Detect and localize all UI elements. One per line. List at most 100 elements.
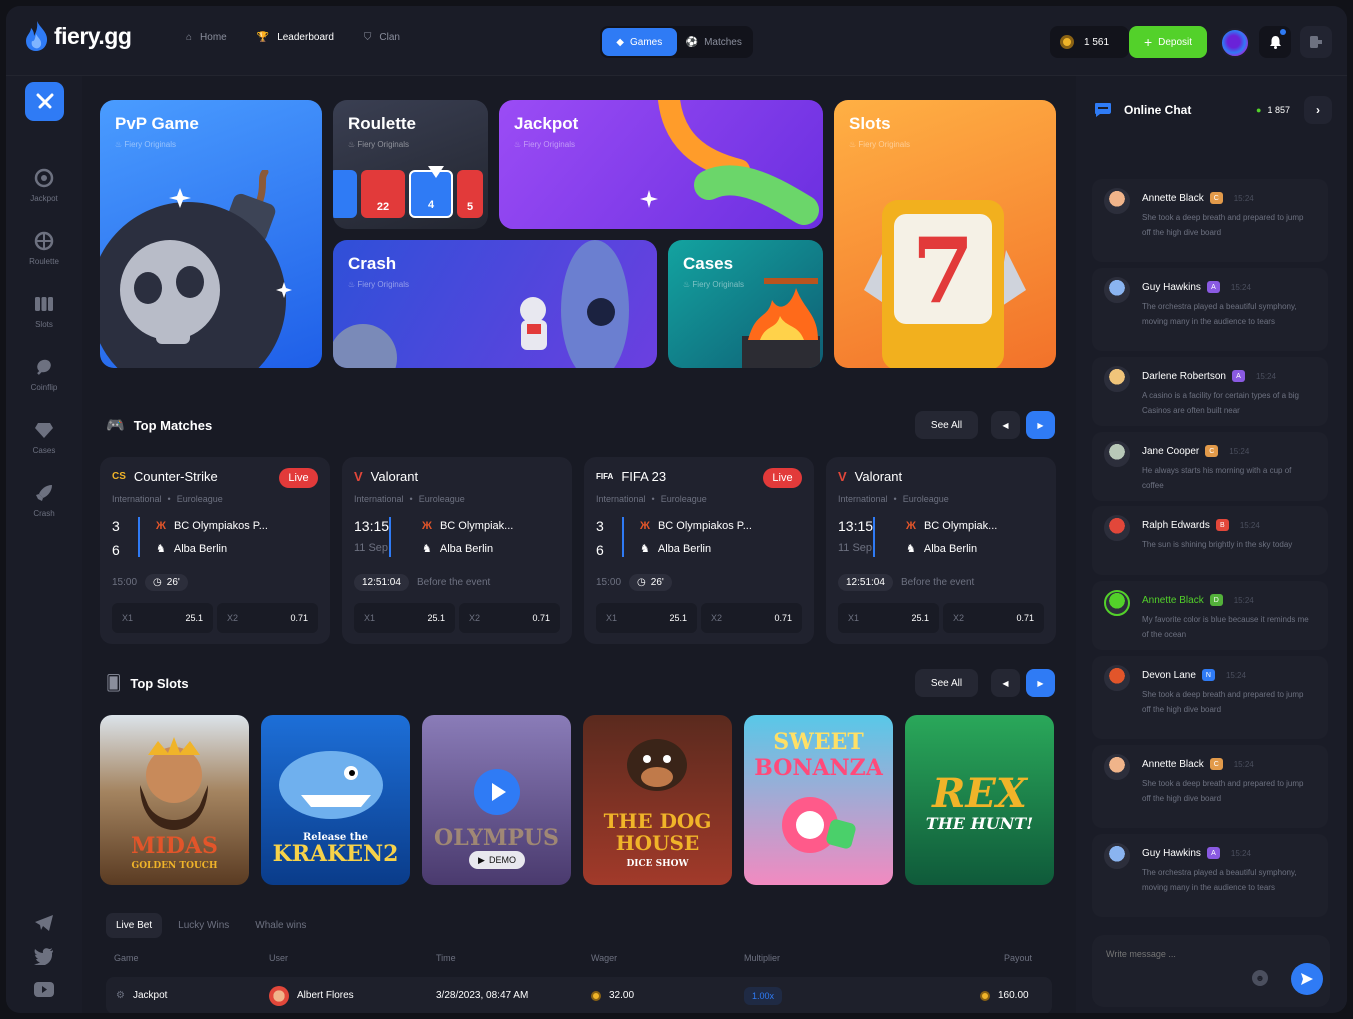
toggle-matches[interactable]: ⚽ Matches bbox=[677, 28, 752, 56]
sidebar-label-roulette: Roulette bbox=[29, 257, 59, 266]
sidebar-label-jackpot: Jackpot bbox=[30, 194, 58, 203]
clock-icon: ◷ bbox=[153, 577, 162, 588]
deposit-button[interactable]: + Deposit bbox=[1129, 26, 1207, 58]
roulette-tile-number: 4 bbox=[427, 199, 435, 211]
avatar[interactable] bbox=[1104, 277, 1130, 303]
avatar[interactable] bbox=[1104, 754, 1130, 780]
demo-button[interactable]: ▶ DEMO bbox=[469, 851, 525, 869]
avatar[interactable] bbox=[1104, 188, 1130, 214]
send-icon bbox=[1301, 973, 1313, 985]
match-hour: 13:15 bbox=[354, 518, 390, 534]
top-slots-prev-button[interactable]: ◀ bbox=[991, 669, 1020, 697]
match-hour: 13:15 bbox=[838, 518, 874, 534]
countdown-label: Before the event bbox=[900, 577, 975, 588]
twitter-link[interactable] bbox=[34, 948, 54, 970]
match-card[interactable]: CS Counter-Strike Live International • Euro… bbox=[100, 457, 330, 644]
game-card-crash[interactable]: Crash ♨ Fiery Originals bbox=[333, 240, 657, 368]
team-home-name: BC Olympiakos P... bbox=[657, 520, 752, 532]
odds-x1-label: X1 bbox=[848, 613, 860, 623]
odds-x2-button[interactable]: X2 0.71 bbox=[943, 603, 1044, 633]
bell-icon bbox=[1269, 36, 1281, 49]
roulette-tiles: 22 4 5 bbox=[333, 170, 483, 218]
slot-subtitle: GOLDEN TOUCH bbox=[131, 861, 218, 871]
sidebar-games-button[interactable] bbox=[25, 82, 64, 121]
top-matches-see-all-button[interactable]: See All bbox=[915, 411, 978, 439]
odds-x2-button[interactable]: X2 0.71 bbox=[701, 603, 802, 633]
youtube-link[interactable] bbox=[34, 982, 54, 1002]
avatar[interactable] bbox=[1104, 665, 1130, 691]
play-icon bbox=[492, 783, 506, 801]
tab-whale-wins[interactable]: Whale wins bbox=[245, 913, 316, 938]
sidebar-item-jackpot[interactable]: Jackpot bbox=[6, 168, 82, 203]
notifications-button[interactable] bbox=[1259, 26, 1291, 58]
user-avatar[interactable] bbox=[1220, 28, 1250, 58]
match-league: International • Euroleague bbox=[838, 494, 949, 504]
chat-author-name: Guy Hawkins bbox=[1142, 281, 1201, 293]
odds-x1-button[interactable]: X1 25.1 bbox=[112, 603, 213, 633]
avatar[interactable] bbox=[1104, 843, 1130, 869]
odds-x1-label: X1 bbox=[364, 613, 376, 623]
table-row[interactable]: ⚙ Jackpot Albert Flores 3/28/2023, 08:47 … bbox=[106, 977, 1052, 1013]
avatar[interactable] bbox=[1104, 441, 1130, 467]
sidebar-item-crash[interactable]: Crash bbox=[6, 483, 82, 518]
nav-leaderboard[interactable]: 🏆 Leaderboard bbox=[257, 32, 334, 43]
main-nav: ⌂ Home 🏆 Leaderboard ⛉ Clan bbox=[186, 32, 400, 43]
top-slots-header: 🂠 Top Slots bbox=[106, 674, 189, 692]
slot-card-dog-house[interactable]: THE DOG HOUSE DICE SHOW bbox=[583, 715, 732, 885]
sidebar-item-roulette[interactable]: Roulette bbox=[6, 231, 82, 266]
slot-card-kraken[interactable]: Release the KRAKEN2 bbox=[261, 715, 410, 885]
send-button[interactable] bbox=[1291, 963, 1323, 995]
tab-lucky-wins[interactable]: Lucky Wins bbox=[168, 913, 239, 938]
game-card-jackpot[interactable]: Jackpot ♨ Fiery Originals bbox=[499, 100, 823, 229]
top-matches-prev-button[interactable]: ◀ bbox=[991, 411, 1020, 439]
odds-x1-button[interactable]: X1 25.1 bbox=[596, 603, 697, 633]
avatar[interactable] bbox=[1104, 366, 1130, 392]
alba-logo-icon: ♞ bbox=[906, 543, 916, 555]
slot-card-midas[interactable]: MIDAS GOLDEN TOUCH bbox=[100, 715, 249, 885]
col-user: User bbox=[269, 953, 289, 963]
games-matches-toggle: ◆ Games ⚽ Matches bbox=[600, 26, 753, 58]
coinflip-icon bbox=[37, 359, 51, 375]
chat-message-time: 15:24 bbox=[1225, 670, 1246, 680]
logout-button[interactable] bbox=[1300, 26, 1332, 58]
game-card-slots[interactable]: Slots ♨ Fiery Originals 7 bbox=[834, 100, 1056, 368]
slot-card-olympus[interactable]: OLYMPUS ▶ DEMO bbox=[422, 715, 571, 885]
top-slots-next-button[interactable]: ▶ bbox=[1026, 669, 1055, 697]
team-away-name: Alba Berlin bbox=[439, 542, 494, 555]
chat-message: Ralph Edwards B 15:24 The sun is shining br… bbox=[1092, 506, 1328, 575]
avatar[interactable] bbox=[1104, 590, 1130, 616]
tab-live-bet[interactable]: Live Bet bbox=[106, 913, 163, 938]
game-card-pvp[interactable]: PvP Game ♨ Fiery Originals bbox=[100, 100, 322, 368]
sidebar-item-cases[interactable]: Cases bbox=[6, 420, 82, 455]
sidebar-item-slots[interactable]: Slots bbox=[6, 294, 82, 329]
chat-collapse-button[interactable]: › bbox=[1304, 96, 1332, 124]
match-scores: 36 bbox=[112, 518, 120, 558]
match-odds: X1 25.1 X2 0.71 bbox=[354, 603, 560, 633]
match-card[interactable]: FIFA FIFA 23 Live International • Euroleagu… bbox=[584, 457, 814, 644]
toggle-games[interactable]: ◆ Games bbox=[602, 28, 677, 56]
match-minute-value: 26' bbox=[650, 577, 664, 588]
slot-card-rex[interactable]: REX THE HUNT! bbox=[905, 715, 1054, 885]
nav-clan[interactable]: ⛉ Clan bbox=[364, 32, 400, 43]
odds-x2-button[interactable]: X2 0.71 bbox=[217, 603, 318, 633]
logo[interactable]: fiery.gg bbox=[24, 20, 132, 52]
match-card[interactable]: V Valorant International • Euroleague 13:15… bbox=[826, 457, 1056, 644]
match-region: International bbox=[596, 494, 646, 504]
telegram-link[interactable] bbox=[34, 914, 54, 937]
odds-x2-button[interactable]: X2 0.71 bbox=[459, 603, 560, 633]
game-card-cases[interactable]: Cases ♨ Fiery Originals bbox=[668, 240, 823, 368]
chat-message-input[interactable] bbox=[1106, 949, 1256, 959]
play-button[interactable] bbox=[474, 769, 520, 815]
avatar[interactable] bbox=[1104, 515, 1130, 541]
emoji-button[interactable]: ☻ bbox=[1252, 970, 1268, 986]
nav-home[interactable]: ⌂ Home bbox=[186, 32, 227, 43]
roulette-tile-blue bbox=[333, 170, 357, 218]
odds-x1-button[interactable]: X1 25.1 bbox=[354, 603, 455, 633]
match-card[interactable]: V Valorant International • Euroleague 13:15… bbox=[342, 457, 572, 644]
game-card-roulette[interactable]: Roulette ♨ Fiery Originals 22 4 5 bbox=[333, 100, 488, 229]
slot-card-sweet-bonanza[interactable]: SWEET BONANZA bbox=[744, 715, 893, 885]
sidebar-item-coinflip[interactable]: Coinflip bbox=[6, 357, 82, 392]
odds-x1-button[interactable]: X1 25.1 bbox=[838, 603, 939, 633]
top-matches-next-button[interactable]: ▶ bbox=[1026, 411, 1055, 439]
top-slots-see-all-button[interactable]: See All bbox=[915, 669, 978, 697]
